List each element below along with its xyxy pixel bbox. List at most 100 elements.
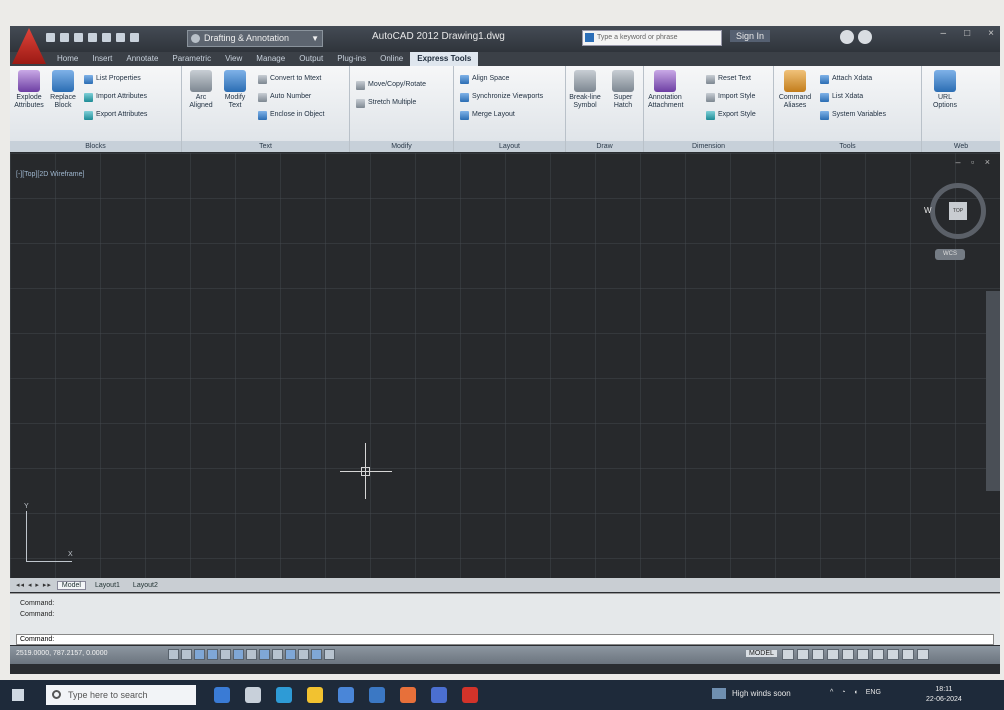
panel-title-layout[interactable]: Layout bbox=[454, 141, 565, 152]
polar-toggle-icon[interactable] bbox=[207, 649, 218, 660]
qp-toggle-icon[interactable] bbox=[311, 649, 322, 660]
tab-model[interactable]: Model bbox=[56, 580, 86, 590]
search-input[interactable]: Type a keyword or phrase bbox=[582, 30, 722, 46]
annotation-visibility-icon[interactable] bbox=[827, 649, 839, 660]
hardware-accel-icon[interactable] bbox=[872, 649, 884, 660]
reset-text-button[interactable]: Reset Text bbox=[706, 74, 751, 84]
enclose-object-button[interactable]: Enclose in Object bbox=[258, 110, 324, 120]
panel-title-tools[interactable]: Tools bbox=[774, 141, 921, 152]
tab-layout1[interactable]: Layout1 bbox=[91, 582, 124, 589]
lineweight-toggle-icon[interactable] bbox=[285, 649, 296, 660]
open-icon[interactable] bbox=[60, 33, 69, 42]
annotation-scale-icon[interactable] bbox=[812, 649, 824, 660]
export-attributes-button[interactable]: Export Attributes bbox=[84, 110, 147, 120]
new-icon[interactable] bbox=[46, 33, 55, 42]
workspace-switch-icon[interactable] bbox=[842, 649, 854, 660]
isolate-objects-icon[interactable] bbox=[887, 649, 899, 660]
annotation-attachment-button[interactable]: Annotation Attachment bbox=[648, 70, 683, 110]
snap-toggle-icon[interactable] bbox=[168, 649, 179, 660]
quick-view-layouts-icon[interactable] bbox=[782, 649, 794, 660]
status-menu-icon[interactable] bbox=[902, 649, 914, 660]
url-options-button[interactable]: URL Options bbox=[928, 70, 962, 110]
super-hatch-button[interactable]: Super Hatch bbox=[606, 70, 640, 110]
export-style-button[interactable]: Export Style bbox=[706, 110, 756, 120]
wcs-menu[interactable]: WCS bbox=[935, 249, 965, 260]
taskbar-clock[interactable]: 18:11 22-06-2024 bbox=[926, 685, 962, 705]
application-menu-button[interactable] bbox=[12, 28, 46, 64]
lock-icon[interactable] bbox=[857, 649, 869, 660]
modify-text-button[interactable]: Modify Text bbox=[218, 70, 252, 110]
firefox-icon[interactable] bbox=[400, 687, 416, 703]
viewcube[interactable]: TOP W bbox=[924, 183, 986, 239]
ortho-toggle-icon[interactable] bbox=[194, 649, 205, 660]
undo-icon[interactable] bbox=[116, 33, 125, 42]
align-space-button[interactable]: Align Space bbox=[460, 74, 509, 84]
auto-number-button[interactable]: Auto Number bbox=[258, 92, 311, 102]
command-aliases-button[interactable]: Command Aliases bbox=[778, 70, 812, 110]
minimize-icon[interactable]: – bbox=[941, 28, 947, 39]
viewcube-top-face[interactable]: TOP bbox=[949, 202, 967, 220]
panel-title-dimension[interactable]: Dimension bbox=[644, 141, 773, 152]
3dosnap-toggle-icon[interactable] bbox=[233, 649, 244, 660]
weather-widget[interactable]: High winds soon bbox=[712, 688, 791, 699]
tab-view[interactable]: View bbox=[218, 52, 249, 66]
tab-parametric[interactable]: Parametric bbox=[165, 52, 218, 66]
dyn-toggle-icon[interactable] bbox=[272, 649, 283, 660]
print-icon[interactable] bbox=[102, 33, 111, 42]
save-icon[interactable] bbox=[74, 33, 83, 42]
redo-icon[interactable] bbox=[130, 33, 139, 42]
layout-nav-arrows[interactable]: ◂◂ ◂ ▸ ▸▸ bbox=[16, 581, 52, 589]
windows-start-icon[interactable] bbox=[12, 689, 24, 701]
grid-toggle-icon[interactable] bbox=[181, 649, 192, 660]
quick-view-drawings-icon[interactable] bbox=[797, 649, 809, 660]
panel-title-blocks[interactable]: Blocks bbox=[10, 141, 181, 152]
replace-block-button[interactable]: Replace Block bbox=[46, 70, 80, 110]
language-indicator[interactable]: ENG bbox=[866, 689, 881, 696]
autocad-taskbar-icon[interactable] bbox=[462, 687, 478, 703]
viewport-controls[interactable]: [-][Top][2D Wireframe] bbox=[16, 171, 84, 178]
volume-icon[interactable]: ◖ bbox=[854, 689, 858, 696]
explode-attributes-button[interactable]: Explode Attributes bbox=[12, 70, 46, 110]
store-icon[interactable] bbox=[338, 687, 354, 703]
transparency-toggle-icon[interactable] bbox=[298, 649, 309, 660]
tab-plugins[interactable]: Plug-ins bbox=[330, 52, 373, 66]
saveas-icon[interactable] bbox=[88, 33, 97, 42]
tab-express-tools[interactable]: Express Tools bbox=[410, 52, 479, 66]
convert-mtext-button[interactable]: Convert to Mtext bbox=[258, 74, 321, 84]
list-properties-button[interactable]: List Properties bbox=[84, 74, 141, 84]
tab-online[interactable]: Online bbox=[373, 52, 410, 66]
break-line-button[interactable]: Break-line Symbol bbox=[568, 70, 602, 110]
model-space-button[interactable]: MODEL bbox=[746, 650, 777, 657]
close-icon[interactable]: × bbox=[988, 28, 994, 39]
chevron-up-icon[interactable]: ^ bbox=[830, 689, 833, 696]
tab-annotate[interactable]: Annotate bbox=[119, 52, 165, 66]
stretch-multiple-button[interactable]: Stretch Multiple bbox=[356, 98, 416, 108]
exchange-icon[interactable] bbox=[840, 30, 854, 44]
tab-manage[interactable]: Manage bbox=[249, 52, 292, 66]
otrack-toggle-icon[interactable] bbox=[246, 649, 257, 660]
ducs-toggle-icon[interactable] bbox=[259, 649, 270, 660]
viewport-window-controls[interactable]: – ▫ × bbox=[956, 157, 994, 167]
merge-layout-button[interactable]: Merge Layout bbox=[460, 110, 515, 120]
list-xdata-button[interactable]: List Xdata bbox=[820, 92, 863, 102]
task-view-icon[interactable] bbox=[245, 687, 261, 703]
synchronize-viewports-button[interactable]: Synchronize Viewports bbox=[460, 92, 543, 102]
taskbar-search-input[interactable]: Type here to search bbox=[46, 685, 196, 705]
system-variables-button[interactable]: System Variables bbox=[820, 110, 886, 120]
maximize-icon[interactable]: □ bbox=[964, 28, 970, 39]
drawing-area[interactable]: [-][Top][2D Wireframe] – ▫ × TOP W WCS Y… bbox=[10, 153, 1000, 578]
command-input[interactable]: Command: bbox=[16, 634, 994, 645]
tab-insert[interactable]: Insert bbox=[85, 52, 119, 66]
arc-aligned-button[interactable]: Arc Aligned bbox=[184, 70, 218, 110]
import-style-button[interactable]: Import Style bbox=[706, 92, 755, 102]
mail-icon[interactable] bbox=[369, 687, 385, 703]
osnap-toggle-icon[interactable] bbox=[220, 649, 231, 660]
panel-title-modify[interactable]: Modify bbox=[350, 141, 453, 152]
tab-layout2[interactable]: Layout2 bbox=[129, 582, 162, 589]
import-attributes-button[interactable]: Import Attributes bbox=[84, 92, 147, 102]
clean-screen-icon[interactable] bbox=[917, 649, 929, 660]
panel-title-draw[interactable]: Draw bbox=[566, 141, 643, 152]
navigation-bar[interactable] bbox=[986, 291, 1000, 491]
tab-home[interactable]: Home bbox=[50, 52, 85, 66]
panel-title-text[interactable]: Text bbox=[182, 141, 349, 152]
